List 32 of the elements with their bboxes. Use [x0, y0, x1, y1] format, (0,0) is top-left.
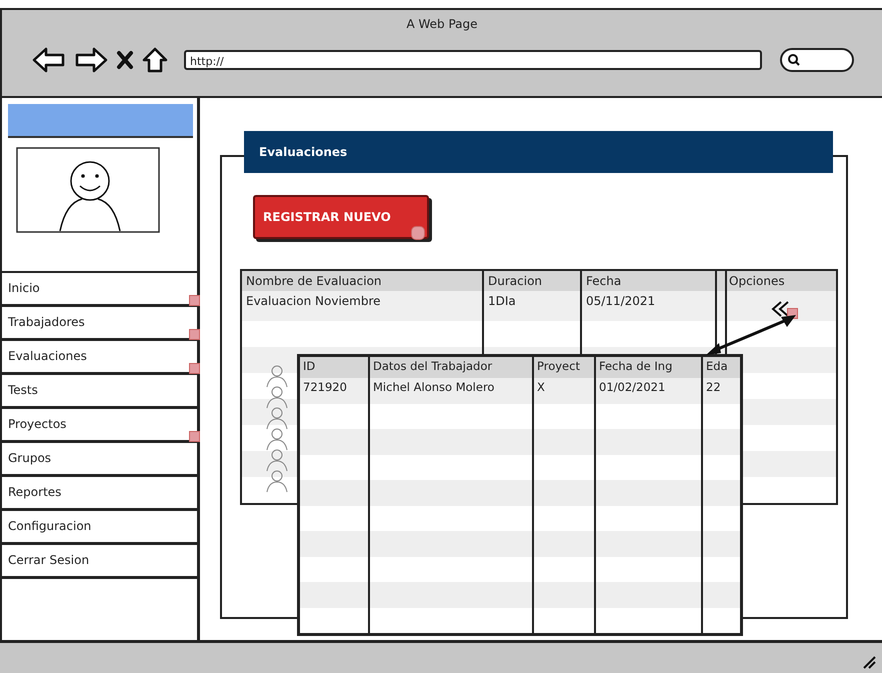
back-icon[interactable]	[32, 47, 66, 73]
table-cell: 1DIa	[484, 291, 582, 321]
sidebar-item[interactable]: Inicio	[2, 273, 197, 307]
sidebar-item[interactable]: Cerrar Sesion	[2, 545, 197, 579]
double-chevron-icon[interactable]	[770, 300, 792, 318]
window-title: A Web Page	[405, 16, 479, 33]
search-field[interactable]	[780, 48, 854, 72]
sidebar-item[interactable]: Grupos	[2, 443, 197, 477]
column-header: Opciones	[717, 271, 836, 291]
table-cell: 721920	[300, 378, 370, 404]
column-header: Eda	[705, 358, 729, 375]
search-icon	[787, 53, 801, 67]
register-button[interactable]: REGISTRAR NUEVO	[253, 195, 429, 239]
url-field[interactable]: http://	[184, 50, 762, 70]
resize-grip-icon[interactable]	[862, 655, 876, 669]
forward-icon[interactable]	[74, 47, 108, 73]
sidebar-item[interactable]: Reportes	[2, 477, 197, 511]
table-cell: Evaluacion Noviembre	[242, 291, 484, 321]
panel-title: Evaluaciones	[244, 131, 833, 173]
table-cell-text: 22	[705, 379, 722, 396]
stop-icon[interactable]	[116, 50, 134, 70]
sidebar-item[interactable]: Configuracion	[2, 511, 197, 545]
sidebar-item[interactable]: Proyectos	[2, 409, 197, 443]
table-cell: 01/02/2021	[596, 378, 703, 404]
table-cell: 05/11/2021	[582, 291, 717, 321]
table-cell: Michel Alonso Molero	[370, 378, 534, 404]
sidebar-item[interactable]: Trabajadores	[2, 307, 197, 341]
avatar-icon	[16, 147, 160, 233]
sidebar-item[interactable]: Tests	[2, 375, 197, 409]
table-cell: X	[534, 378, 596, 404]
sidebar-item[interactable]: Evaluaciones	[2, 341, 197, 375]
home-icon[interactable]	[142, 47, 168, 73]
